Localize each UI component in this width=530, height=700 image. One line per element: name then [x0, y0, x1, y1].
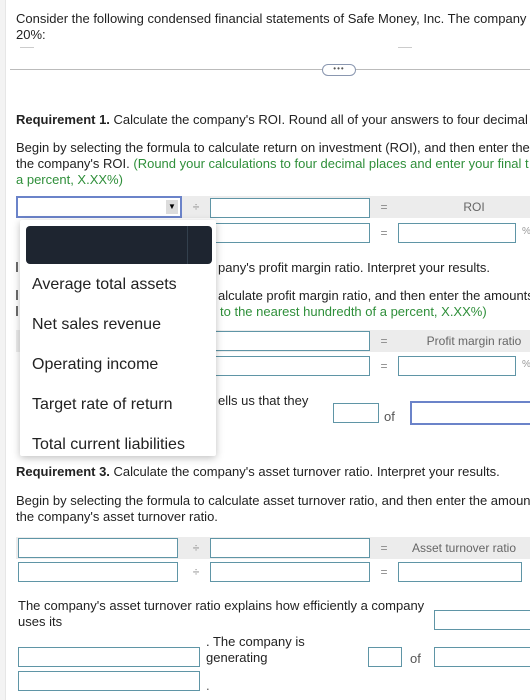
equals-sign: =: [380, 200, 388, 214]
req3-asset-turnover-input[interactable]: [398, 562, 522, 582]
req3-efficiency-select[interactable]: [434, 610, 530, 630]
dropdown-separator: [187, 226, 188, 264]
req1-title-bold: Requirement 1.: [16, 112, 110, 127]
period-text: .: [206, 678, 210, 693]
intro-text-line2: 20%:: [16, 27, 46, 42]
req1-result-label: ROI: [463, 200, 485, 214]
req3-final-select[interactable]: [18, 671, 200, 691]
dropdown-option-total-current-liabilities[interactable]: Total current liabilities: [32, 435, 185, 455]
req3-instruction-line1: Begin by selecting the formula to calcul…: [16, 493, 530, 508]
formula-dropdown-menu: Average total assets Net sales revenue O…: [20, 220, 216, 456]
intro-text-line1: Consider the following condensed financi…: [16, 11, 527, 26]
percent-sign: %: [522, 226, 530, 237]
req3-numerator-select[interactable]: [18, 538, 178, 558]
divide-operator: ÷: [192, 200, 200, 214]
dropdown-option-target-rate-of-return[interactable]: Target rate of return: [32, 395, 173, 415]
req2-result-label: Profit margin ratio: [426, 334, 522, 348]
req2-denominator-input[interactable]: [210, 331, 370, 351]
table-placeholder-dash: [20, 47, 34, 48]
req1-denominator-value-input[interactable]: [210, 223, 370, 243]
req3-generating-amount-input[interactable]: [368, 647, 402, 667]
of-label: of: [410, 651, 421, 666]
of-label: of: [384, 409, 395, 424]
req3-interpret-line3: . The company is: [206, 634, 305, 649]
percent-sign: %: [522, 359, 530, 370]
equals-sign: =: [380, 565, 388, 579]
req1-denominator-input[interactable]: [210, 198, 370, 218]
hidden-row-marker: [16, 306, 18, 316]
table-placeholder-dash: [398, 47, 412, 48]
req3-uses-its-select[interactable]: [18, 647, 200, 667]
req2-profit-margin-input[interactable]: [398, 356, 516, 376]
dropdown-option-net-sales-revenue[interactable]: Net sales revenue: [32, 315, 161, 335]
req1-title-rest: Calculate the company's ROI. Round all o…: [109, 112, 528, 127]
req3-title-bold: Requirement 3.: [16, 464, 110, 479]
req2-interpret-select[interactable]: [410, 401, 530, 425]
req3-numerator-value-input[interactable]: [18, 562, 178, 582]
divide-operator: ÷: [192, 541, 200, 555]
hidden-row-marker: [16, 262, 18, 272]
dropdown-arrow-icon[interactable]: ▼: [166, 200, 178, 214]
req1-roi-input[interactable]: [398, 223, 516, 243]
req3-interpret-line2: uses its: [18, 614, 63, 629]
dropdown-option-blank[interactable]: [26, 226, 212, 264]
req2-instruction-line2: to the nearest hundredth of a percent, X…: [220, 304, 487, 319]
dropdown-option-average-total-assets[interactable]: Average total assets: [32, 275, 177, 295]
req2-interpret-text: ells us that they: [218, 393, 309, 408]
equals-sign: =: [380, 226, 388, 240]
req1-instruction-line1: Begin by selecting the formula to calcul…: [16, 140, 530, 155]
dropdown-option-operating-income[interactable]: Operating income: [32, 355, 158, 375]
req3-instruction-line2: the company's asset turnover ratio.: [16, 509, 218, 524]
req3-interpret-line4: generating: [206, 650, 268, 665]
req1-instruction-plain: the company's ROI.: [16, 156, 134, 171]
hidden-row-marker: [16, 290, 18, 300]
req2-title: pany's profit margin ratio. Interpret yo…: [218, 260, 490, 275]
req3-title-rest: Calculate the company's asset turnover r…: [109, 464, 500, 479]
expand-more-button[interactable]: •••: [322, 64, 356, 76]
equals-sign: =: [380, 359, 388, 373]
req3-of-select[interactable]: [434, 647, 530, 667]
req2-instruction-line1: alculate profit margin ratio, and then e…: [218, 288, 530, 303]
req1-numerator-select[interactable]: ▼: [16, 196, 182, 218]
section-divider: [10, 69, 530, 70]
req1-instruction-line2: the company's ROI. (Round your calculati…: [16, 156, 529, 172]
req1-instruction-green: (Round your calculations to four decimal…: [133, 156, 529, 171]
page-left-border: [0, 0, 6, 700]
req3-interpret-line1: The company's asset turnover ratio expla…: [18, 598, 425, 613]
req2-interpret-amount-input[interactable]: [333, 403, 379, 423]
req1-title: Requirement 1. Calculate the company's R…: [16, 112, 528, 128]
req2-denominator-value-input[interactable]: [210, 356, 370, 376]
req3-title: Requirement 3. Calculate the company's a…: [16, 464, 500, 480]
divide-operator: ÷: [192, 565, 200, 579]
req3-result-label: Asset turnover ratio: [411, 541, 517, 555]
equals-sign: =: [380, 334, 388, 348]
req3-denominator-value-input[interactable]: [210, 562, 370, 582]
req3-denominator-select[interactable]: [210, 538, 370, 558]
req1-instruction-line3: a percent, X.XX%): [16, 172, 123, 187]
equals-sign: =: [380, 541, 388, 555]
